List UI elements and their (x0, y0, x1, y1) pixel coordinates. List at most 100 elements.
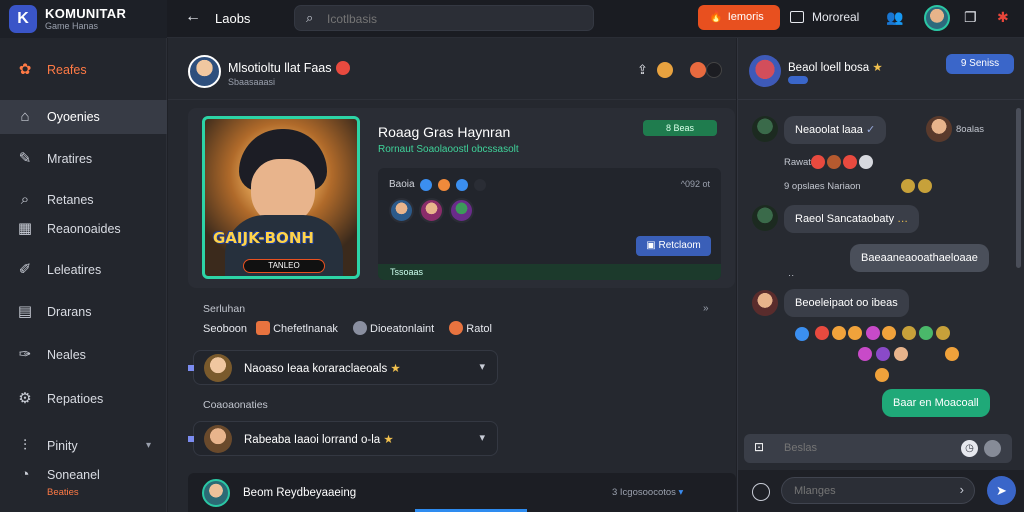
dropdown-avatar (204, 354, 232, 382)
game-action-button[interactable]: ▣ Retclaom (636, 236, 711, 256)
platform-icon (420, 179, 432, 191)
bottom-bar[interactable]: Beom Reydbeyaaeing 3 Icgosoocotos ▾ (188, 473, 736, 512)
bullet-icon (188, 365, 194, 371)
reaction-icon[interactable] (706, 62, 722, 78)
emoji-icon[interactable] (752, 483, 770, 501)
message-avatar[interactable] (752, 116, 778, 142)
top-action-button[interactable]: 🔥 Iemoris (698, 5, 780, 30)
user-avatar[interactable] (924, 5, 950, 31)
sidebar-item-label: Soneanel (47, 468, 100, 482)
sidebar-item-mratires[interactable]: ✎ Mratires (0, 142, 167, 176)
sidebar-item-label: Pinity (47, 439, 78, 453)
sidebar-item-soneanel[interactable]: ◔ Soneanel (0, 458, 167, 492)
sidebar-item-drarans[interactable]: ▤ Drarans (0, 295, 167, 329)
top-action-label: Iemoris (727, 11, 764, 23)
sidebar-item-leleatires[interactable]: ✐ Leleatires (0, 253, 167, 287)
player-avatar[interactable] (419, 198, 444, 223)
sidebar-item-neales[interactable]: ✑ Neales (0, 338, 167, 372)
clock-icon[interactable]: ◷ (961, 440, 978, 457)
emoji-icon (901, 179, 915, 193)
sidebar-item-oyoenies[interactable]: ⌂ Oyoenies (0, 100, 167, 134)
emoji-icon[interactable] (984, 440, 1001, 457)
game-cover-image[interactable]: GAIJK-BONH TANLEO (202, 116, 360, 279)
info-label: Baoia (389, 179, 415, 190)
brand[interactable]: K KOMUNITAR Game Hanas (0, 0, 167, 38)
users-icon[interactable]: 👥 (886, 9, 903, 26)
fox-icon (449, 321, 464, 335)
notification-icon[interactable]: ✱ (997, 9, 1009, 26)
emoji-icon (832, 326, 846, 340)
author-avatar[interactable] (188, 55, 221, 88)
section-label: Serluhan (203, 303, 246, 315)
sidebar-item-label: Reafes (47, 63, 87, 77)
emoji-icon (335, 61, 350, 75)
sidebar-item-label: Drarans (47, 305, 92, 319)
chip-label: Ratol (466, 323, 492, 335)
dropdown-2[interactable]: Rabeaba Iaaoi lorrand o-la ★ ▾ (188, 421, 498, 456)
main-content: Mlsotioltu llat Faas Sbaasaaasi ⇪ GAIJK-… (168, 38, 736, 512)
chevron-down-icon: ▾ (479, 361, 485, 373)
emoji-icon (902, 326, 916, 340)
sidebar: ✿ Reafes ⌂ Oyoenies ✎ Mratires ⌕ Retanes ▦ Re… (0, 38, 167, 512)
attach-icon[interactable]: ⊡ (754, 440, 764, 454)
section-label: Coaoaonaties (203, 399, 268, 411)
search-bar[interactable]: ⌕ (294, 5, 594, 31)
message-avatar[interactable] (752, 205, 778, 231)
top-nav-link[interactable]: Mororeal (790, 10, 859, 24)
chat-composer[interactable]: ⊡ ◷ (744, 434, 1012, 463)
chip[interactable]: Dioeatonlaint (353, 321, 440, 335)
reaction-icon[interactable] (657, 62, 673, 78)
emoji-icon (919, 326, 933, 340)
message-bubble: Baar en Moacoall (882, 389, 990, 417)
search-input[interactable] (327, 10, 582, 28)
chevron-right-icon[interactable]: › (960, 482, 964, 497)
home-icon: ⌂ (20, 108, 30, 125)
news-icon (790, 11, 804, 23)
message-avatar[interactable] (926, 116, 952, 142)
sidebar-item-reafes[interactable]: ✿ Reafes (0, 53, 167, 87)
send-button[interactable]: ➤ (987, 476, 1016, 505)
dropdown-1[interactable]: Naoaso Ieaa koraraclaeoals ★ ▾ (188, 350, 498, 385)
sidebar-sub-label[interactable]: Beaties (47, 487, 79, 498)
message-text: Neaoolat laaa (795, 124, 863, 136)
brand-name: KOMUNITAR (45, 6, 127, 21)
bottom-avatar (202, 479, 230, 507)
chip[interactable]: Seoboon (203, 323, 247, 335)
sidebar-item-label: Reaonoaides (47, 222, 121, 236)
share-icon[interactable]: ⇪ (637, 62, 648, 78)
sidebar-item-reaonoaides[interactable]: ▦ Reaonoaides (0, 212, 167, 246)
reaction-icon[interactable] (690, 62, 706, 78)
sidebar-item-repatioes[interactable]: ⚙ Repatioes (0, 382, 167, 416)
bottom-meta-text: 3 Icgosoocotos (612, 487, 676, 498)
back-arrow-icon[interactable]: ← (185, 8, 201, 26)
sidebar-item-label: Oyoenies (47, 110, 100, 124)
search-icon: ⌕ (306, 10, 314, 25)
player-avatar[interactable] (389, 198, 414, 223)
chip[interactable]: Chefetlnanak (256, 321, 344, 335)
chat-avatar[interactable] (749, 55, 781, 87)
section-more-icon[interactable]: » (703, 303, 709, 314)
scrollbar[interactable] (1016, 108, 1021, 268)
message-field[interactable]: › (781, 477, 975, 504)
emoji-icon (882, 326, 896, 340)
settings-icon: ⚙ (18, 390, 32, 407)
info-footer: Tssoaas (378, 264, 721, 280)
chevron-down-icon: ▾ (678, 487, 684, 498)
star-icon: ★ (390, 363, 401, 375)
message-avatar[interactable] (752, 290, 778, 316)
emoji-icon (894, 347, 908, 361)
edit-icon: ✐ (18, 261, 32, 278)
emoji-icon (936, 326, 950, 340)
bottom-meta: 3 Icgosoocotos ▾ (612, 487, 683, 498)
post-title: Mlsotioltu llat Faas (228, 61, 350, 75)
status-badge (788, 76, 808, 84)
chip[interactable]: Ratol (449, 321, 498, 335)
player-avatar[interactable] (449, 198, 474, 223)
chat-header: Beaol loell bosa ★ 9 Seniss (738, 38, 1024, 100)
pencil-icon: ✎ (18, 150, 32, 167)
check-icon: ✓ (865, 124, 876, 136)
chat-pill-button[interactable]: 9 Seniss (946, 54, 1014, 74)
bookmark-icon[interactable]: ❐ (964, 9, 977, 26)
composer-input[interactable] (784, 440, 944, 456)
message-input[interactable] (794, 483, 944, 499)
